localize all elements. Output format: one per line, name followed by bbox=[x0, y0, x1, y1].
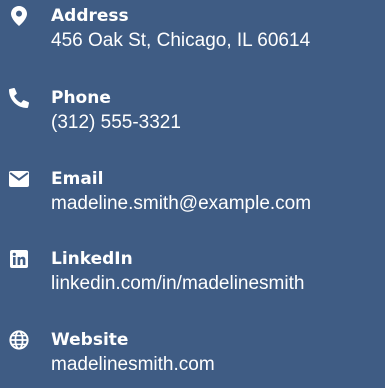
contact-item-linkedin: LinkedIn linkedin.com/in/madelinesmith bbox=[0, 247, 385, 307]
contact-value-linkedin[interactable]: linkedin.com/in/madelinesmith bbox=[51, 272, 304, 296]
contact-item-address: Address 456 Oak St, Chicago, IL 60614 bbox=[0, 4, 385, 64]
contact-label-website: Website bbox=[51, 330, 129, 350]
contact-item-email: Email madeline.smith@example.com bbox=[0, 167, 385, 227]
contact-label-linkedin: LinkedIn bbox=[51, 249, 133, 269]
contact-value-website[interactable]: madelinesmith.com bbox=[51, 353, 215, 377]
contact-value-phone[interactable]: (312) 555-3321 bbox=[51, 111, 181, 135]
location-pin-icon bbox=[9, 6, 29, 26]
contact-label-address: Address bbox=[51, 6, 129, 26]
contact-item-phone: Phone (312) 555-3321 bbox=[0, 86, 385, 146]
contact-value-email[interactable]: madeline.smith@example.com bbox=[51, 192, 311, 216]
contact-label-phone: Phone bbox=[51, 88, 111, 108]
envelope-icon bbox=[9, 169, 29, 189]
contact-label-email: Email bbox=[51, 169, 104, 189]
contact-info-list: Address 456 Oak St, Chicago, IL 60614 Ph… bbox=[0, 0, 385, 385]
linkedin-icon bbox=[9, 249, 29, 269]
contact-value-address: 456 Oak St, Chicago, IL 60614 bbox=[51, 30, 311, 51]
phone-icon bbox=[9, 88, 29, 108]
globe-icon bbox=[9, 330, 29, 350]
contact-item-website: Website madelinesmith.com bbox=[0, 328, 385, 388]
